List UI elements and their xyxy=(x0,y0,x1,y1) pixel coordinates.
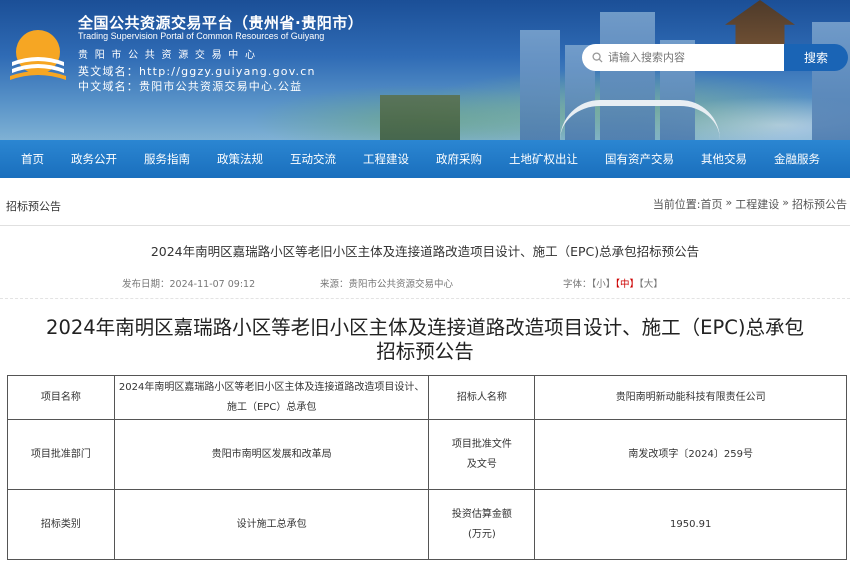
breadcrumb-separator: » xyxy=(725,196,733,209)
search-icon xyxy=(592,52,603,63)
table-cell: 1950.91 xyxy=(534,489,847,560)
nav-state-assets[interactable]: 国有资产交易 xyxy=(605,140,674,178)
table-header-cell: 项目名称 xyxy=(7,375,115,420)
header-banner: 全国公共资源交易平台（贵州省·贵阳市） Trading Supervision … xyxy=(0,0,850,140)
main-nav: 首页 政务公开 服务指南 政策法规 互动交流 工程建设 政府采购 土地矿权出让 … xyxy=(0,140,850,178)
table-header-cell: 项目批准部门 xyxy=(7,419,115,490)
document-title-line2: 招标预公告 xyxy=(376,340,474,363)
breadcrumb-prefix: 当前位置: xyxy=(652,198,701,211)
site-title: 全国公共资源交易平台（贵州省·贵阳市） xyxy=(78,14,364,32)
nav-home[interactable]: 首页 xyxy=(21,140,44,178)
breadcrumb-home[interactable]: 首页 xyxy=(701,196,723,212)
table-header-cell: 招标类别 xyxy=(7,489,115,560)
site-subtitle: 贵阳市公共资源交易中心 xyxy=(78,50,262,61)
font-size-controls: 字体：【小】【中】【大】 xyxy=(563,276,663,290)
search-bar: 搜索 xyxy=(582,44,850,71)
nav-procurement[interactable]: 政府采购 xyxy=(436,140,482,178)
table-header-cell: 招标人名称 xyxy=(428,375,536,420)
font-small-button[interactable]: 【小】 xyxy=(592,279,616,290)
publish-date: 发布日期：2024-11-07 09:12 xyxy=(122,279,256,290)
sun-logo-icon[interactable] xyxy=(6,22,70,86)
nav-policies[interactable]: 政策法规 xyxy=(217,140,263,178)
breadcrumb-separator: » xyxy=(782,196,789,209)
table-cell: 2024年南明区嘉瑞路小区等老旧小区主体及连接道路改造项目设计、施工（EPC）总… xyxy=(113,375,430,420)
bridge-graphic xyxy=(560,100,720,140)
table-cell: 贵阳市南明区发展和改革局 xyxy=(113,419,430,490)
site-title-english: Trading Supervision Portal of Common Res… xyxy=(78,31,325,41)
chinese-domain: 中文域名：贵阳市公共资源交易中心.公益 xyxy=(78,80,303,93)
article-title: 2024年南明区嘉瑞路小区等老旧小区主体及连接道路改造项目设计、施工（EPC)总… xyxy=(150,244,700,259)
table-row: 招标类别 设计施工总承包 投资估算金额(万元) 1950.91 xyxy=(7,489,847,560)
table-header-cell: 投资估算金额(万元) xyxy=(428,489,536,560)
section-title: 招标预公告 xyxy=(6,200,61,213)
article-source: 来源：贵阳市公共资源交易中心 xyxy=(320,279,454,290)
document-title-line1: 2024年南明区嘉瑞路小区等老旧小区主体及连接道路改造项目设计、施工（EPC)总… xyxy=(46,316,804,339)
breadcrumb-engineering[interactable]: 工程建设 xyxy=(735,196,779,212)
nav-government-affairs[interactable]: 政务公开 xyxy=(71,140,117,178)
table-header-cell: 项目批准文件及文号 xyxy=(428,419,536,490)
breadcrumb: 当前位置: 首页 » 工程建设 » 招标预公告 xyxy=(653,196,847,212)
divider xyxy=(0,298,850,299)
document-title: 2024年南明区嘉瑞路小区等老旧小区主体及连接道路改造项目设计、施工（EPC)总… xyxy=(0,316,850,364)
nav-interaction[interactable]: 互动交流 xyxy=(290,140,336,178)
table-cell: 南发改项字〔2024〕259号 xyxy=(534,419,847,490)
table-row: 项目名称 2024年南明区嘉瑞路小区等老旧小区主体及连接道路改造项目设计、施工（… xyxy=(7,375,847,420)
breadcrumb-bar: 招标预公告 当前位置: 首页 » 工程建设 » 招标预公告 xyxy=(0,178,850,226)
font-medium-button[interactable]: 【中】 xyxy=(615,279,639,290)
breadcrumb-current[interactable]: 招标预公告 xyxy=(792,196,847,212)
search-input[interactable] xyxy=(608,51,768,64)
nav-service-guide[interactable]: 服务指南 xyxy=(144,140,190,178)
table-row: 项目批准部门 贵阳市南明区发展和改革局 项目批准文件及文号 南发改项字〔2024… xyxy=(7,419,847,490)
font-size-label: 字体： xyxy=(563,279,592,290)
nav-land-mining[interactable]: 土地矿权出让 xyxy=(509,140,578,178)
project-info-table: 项目名称 2024年南明区嘉瑞路小区等老旧小区主体及连接道路改造项目设计、施工（… xyxy=(7,375,847,560)
table-cell: 贵阳南明新动能科技有限责任公司 xyxy=(534,375,847,420)
nav-engineering[interactable]: 工程建设 xyxy=(363,140,409,178)
nav-other-trading[interactable]: 其他交易 xyxy=(701,140,747,178)
font-large-button[interactable]: 【大】 xyxy=(639,279,663,290)
search-box xyxy=(582,44,784,71)
table-cell: 设计施工总承包 xyxy=(113,489,430,560)
nav-financial-services[interactable]: 金融服务 xyxy=(774,140,820,178)
english-domain: 英文域名：http://ggzy.guiyang.gov.cn xyxy=(78,65,316,78)
search-button[interactable]: 搜索 xyxy=(784,44,848,71)
